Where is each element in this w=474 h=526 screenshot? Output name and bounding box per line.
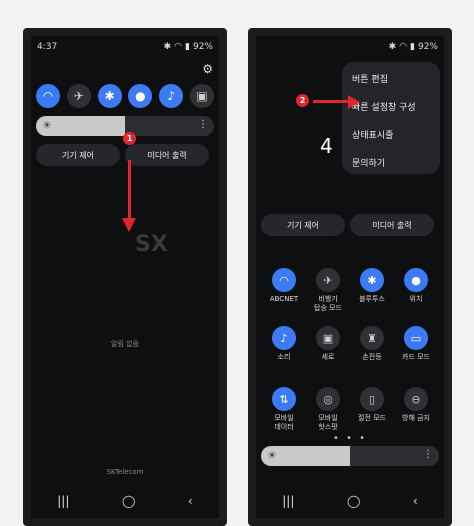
swipe-down-arrow bbox=[128, 160, 131, 220]
phone-right: ✱ ◠ ▮ 92% 4 버튼 편집 빠른 설정창 구성 상태표시줄 문의하기 2… bbox=[248, 28, 452, 526]
wifi-icon: ◠ bbox=[399, 42, 408, 52]
status-bar: ✱ ◠ ▮ 92% bbox=[256, 36, 444, 58]
arrow-head-icon bbox=[122, 218, 136, 232]
device-control-button[interactable]: 기기 제어 bbox=[36, 144, 120, 166]
device-control-button[interactable]: 기기 제어 bbox=[261, 214, 345, 236]
bluetooth-icon: ✱ bbox=[388, 42, 397, 52]
wifi-icon: ◠ bbox=[174, 42, 183, 52]
location-icon[interactable]: ● bbox=[128, 84, 153, 108]
back-icon[interactable]: ‹ bbox=[188, 494, 193, 508]
flashlight-icon: ♜ bbox=[360, 326, 384, 350]
bluetooth-icon[interactable]: ✱ bbox=[97, 84, 122, 108]
media-output-button[interactable]: 미디어 출력 bbox=[350, 214, 434, 236]
rotation-icon[interactable]: ▣ bbox=[189, 84, 214, 108]
location-icon: ● bbox=[404, 268, 428, 292]
sound-icon: ♪ bbox=[272, 326, 296, 350]
no-notifications-text: 알림 없음 bbox=[111, 340, 139, 348]
sound-icon[interactable]: ♪ bbox=[159, 84, 184, 108]
menu-item-status-bar[interactable]: 상태표시줄 bbox=[352, 128, 393, 141]
watermark-logo: SX bbox=[135, 232, 168, 257]
wifi-icon[interactable]: ◠ bbox=[36, 84, 60, 108]
more-icon[interactable]: ⋮ bbox=[423, 449, 433, 460]
status-bar: 4:37 ✱ ◠ ▮ 92% bbox=[31, 36, 219, 58]
menu-item-edit-buttons[interactable]: 버튼 편집 bbox=[352, 72, 388, 85]
tile-location[interactable]: ● 위치 bbox=[390, 268, 442, 304]
home-icon[interactable]: ◯ bbox=[122, 494, 135, 508]
brightness-slider[interactable]: ☀ ⋮ bbox=[261, 446, 439, 466]
bluetooth-icon: ✱ bbox=[163, 42, 172, 52]
battery-text: 92% bbox=[417, 42, 438, 52]
signal-icon: ▮ bbox=[410, 42, 415, 52]
arrow-head-icon bbox=[348, 95, 360, 109]
step-badge-2: 2 bbox=[296, 94, 309, 107]
media-output-button[interactable]: 미디어 출력 bbox=[125, 144, 209, 166]
sun-icon: ☀ bbox=[267, 449, 277, 462]
gear-icon[interactable]: ⚙ bbox=[202, 62, 213, 76]
card-icon: ▭ bbox=[404, 326, 428, 350]
phone-left: 4:37 ✱ ◠ ▮ 92% ⚙ ◠ ✈ ✱ ● ♪ ▣ ☀ ⋮ 기기 제어 미… bbox=[23, 28, 227, 526]
dropdown-menu: 버튼 편집 빠른 설정창 구성 상태표시줄 문의하기 bbox=[342, 62, 440, 174]
sun-icon: ☀ bbox=[42, 119, 52, 132]
do-not-disturb-icon: ⊖ bbox=[404, 387, 428, 411]
carrier-text: SKTelecom bbox=[106, 468, 144, 476]
wifi-icon: ◠ bbox=[272, 268, 296, 292]
signal-icon: ▮ bbox=[185, 42, 190, 52]
recents-icon[interactable]: ||| bbox=[57, 494, 69, 508]
airplane-icon: ✈ bbox=[316, 268, 340, 292]
pointer-arrow bbox=[313, 100, 351, 103]
navigation-bar: ||| ◯ ‹ bbox=[31, 494, 219, 508]
recents-icon[interactable]: ||| bbox=[282, 494, 294, 508]
mobile-data-icon: ⇅ bbox=[272, 387, 296, 411]
more-icon[interactable]: ⋮ bbox=[198, 119, 208, 130]
bluetooth-icon: ✱ bbox=[360, 268, 384, 292]
navigation-bar: ||| ◯ ‹ bbox=[256, 494, 444, 508]
status-time: 4:37 bbox=[37, 42, 58, 52]
clock-text: 4 bbox=[320, 134, 333, 158]
battery-saver-icon: ▯ bbox=[360, 387, 384, 411]
battery-text: 92% bbox=[192, 42, 213, 52]
back-icon[interactable]: ‹ bbox=[413, 494, 418, 508]
airplane-icon[interactable]: ✈ bbox=[66, 84, 91, 108]
tile-label: 카드 모드 bbox=[402, 353, 430, 361]
menu-item-quick-panel-layout[interactable]: 빠른 설정창 구성 bbox=[352, 100, 416, 113]
home-icon[interactable]: ◯ bbox=[347, 494, 360, 508]
tile-do-not-disturb[interactable]: ⊖ 방해 금지 bbox=[390, 387, 442, 423]
tile-label: 위치 bbox=[409, 295, 423, 303]
tile-card[interactable]: ▭ 카드 모드 bbox=[390, 326, 442, 362]
quick-settings-row: ◠ ✈ ✱ ● ♪ ▣ bbox=[36, 84, 214, 108]
rotation-icon: ▣ bbox=[316, 326, 340, 350]
step-badge-1: 1 bbox=[123, 132, 136, 145]
menu-item-contact-us[interactable]: 문의하기 bbox=[352, 156, 385, 169]
hotspot-icon: ◎ bbox=[316, 387, 340, 411]
tile-label: 방해 금지 bbox=[402, 414, 430, 422]
page-indicator: • • • bbox=[332, 433, 368, 444]
